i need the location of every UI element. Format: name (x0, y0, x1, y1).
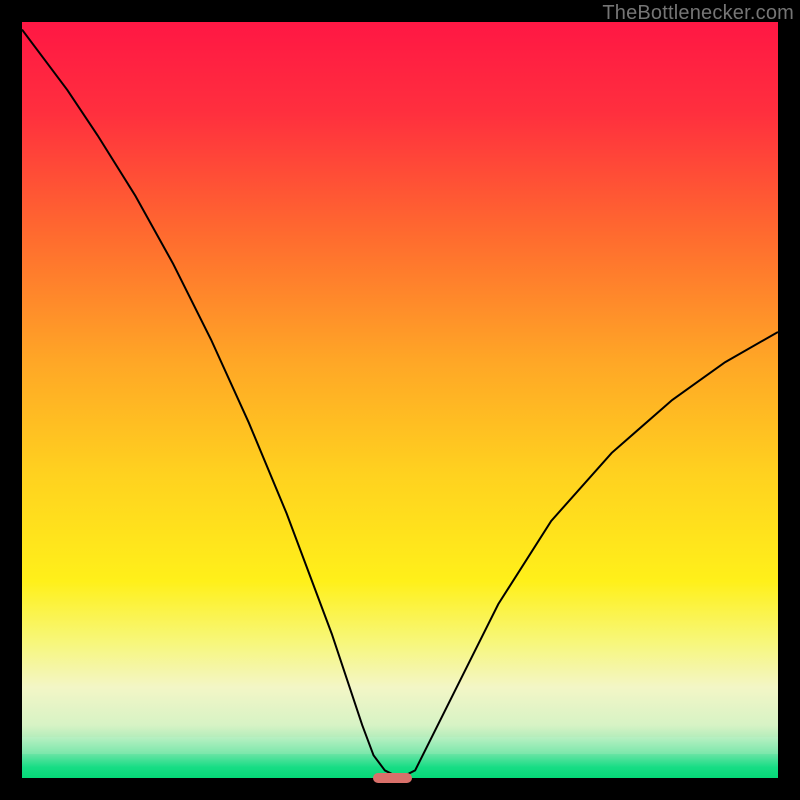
watermark: TheBottlenecker.com (602, 2, 794, 25)
optimal-point-marker (373, 773, 412, 784)
chart-stage: TheBottlenecker.com (0, 0, 800, 800)
bottleneck-curve (22, 22, 778, 778)
plot-area (22, 22, 778, 778)
